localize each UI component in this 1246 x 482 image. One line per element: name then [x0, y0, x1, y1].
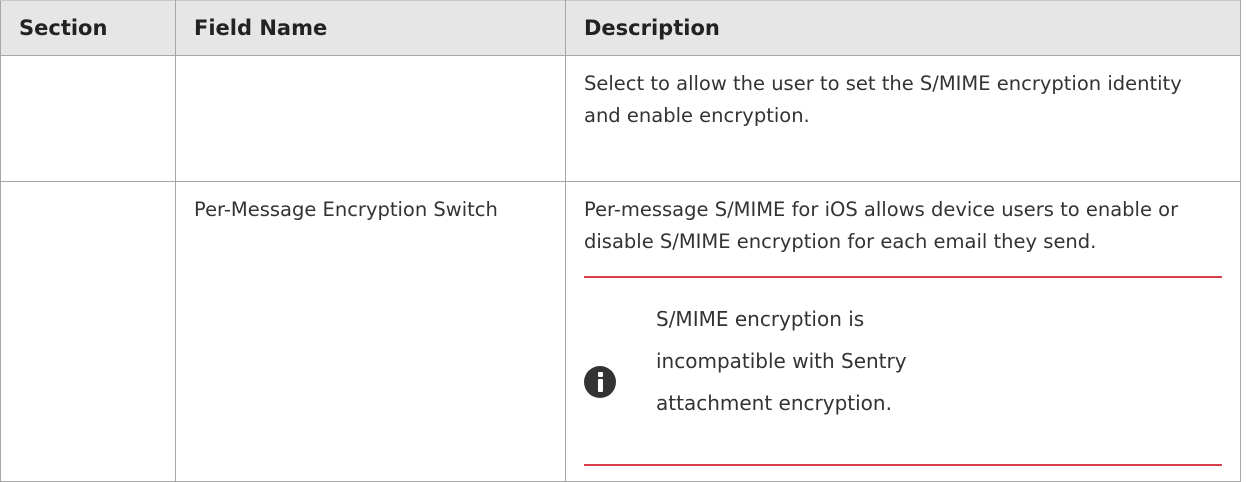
cell-field-name: Per-Message Encryption Switch — [175, 181, 566, 482]
note-callout: S/MIME encryption is incompatible with S… — [584, 276, 1222, 466]
table-header-row: Section Field Name Description — [0, 0, 1241, 56]
cell-field-name — [175, 55, 566, 182]
cell-description: Select to allow the user to set the S/MI… — [565, 55, 1241, 182]
description-text: Per-message S/MIME for iOS allows device… — [584, 198, 1179, 253]
table-row: Per-Message Encryption Switch Per-messag… — [0, 181, 1241, 482]
table-row: Select to allow the user to set the S/MI… — [0, 55, 1241, 182]
field-description-table: Section Field Name Description Select to… — [0, 0, 1241, 482]
cell-description: Per-message S/MIME for iOS allows device… — [565, 181, 1241, 482]
header-section: Section — [0, 0, 176, 56]
note-text: S/MIME encryption is incompatible with S… — [656, 307, 907, 415]
cell-section — [0, 181, 176, 482]
info-icon — [584, 366, 616, 398]
header-description: Description — [565, 0, 1241, 56]
header-field-name: Field Name — [175, 0, 566, 56]
cell-section — [0, 55, 176, 182]
